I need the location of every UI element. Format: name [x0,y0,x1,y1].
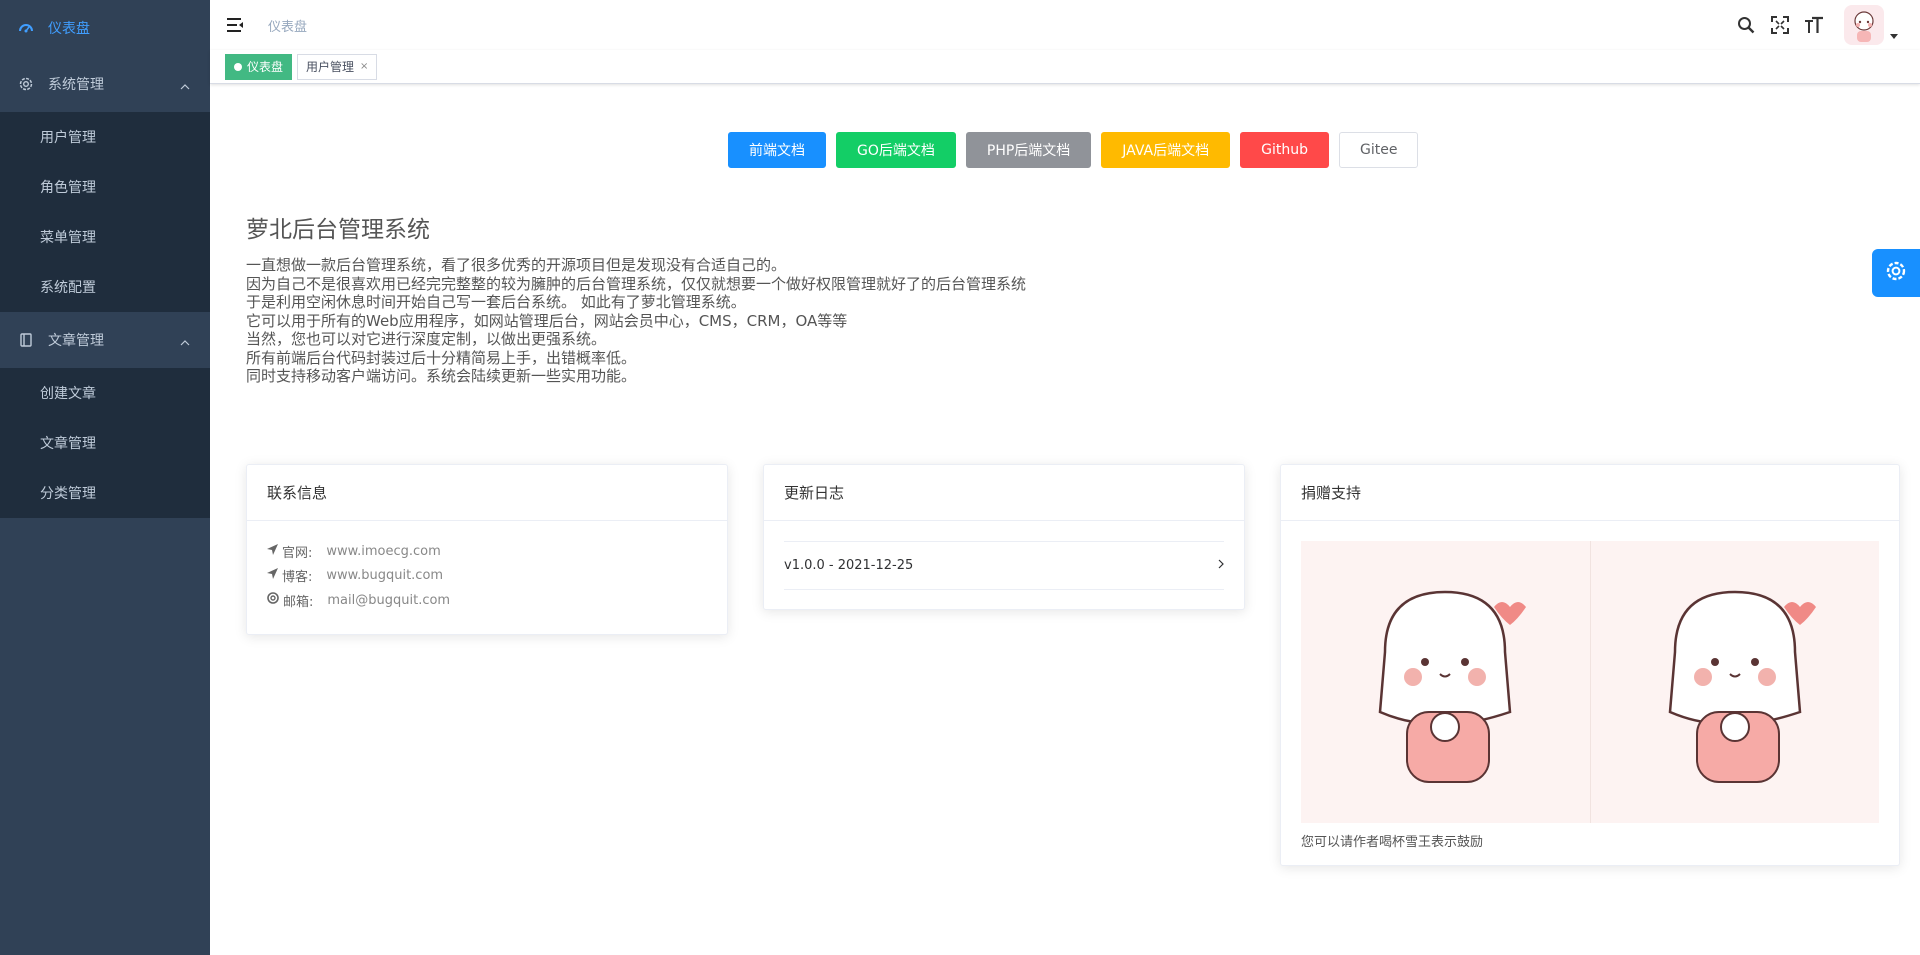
go-docs-button[interactable]: GO后端文档 [836,132,956,168]
changelog-card: 更新日志 v1.0.0 - 2021-12-25 [763,464,1245,610]
card-title: 联系信息 [247,465,727,521]
main-area: 仪表盘 仪表盘 用户管理 × 前端文档 GO后端文档 PHP后端文档 JAVA后… [210,0,1920,955]
sidebar-item-users[interactable]: 用户管理 [0,112,210,162]
navbar: 仪表盘 [210,0,1920,50]
contact-value[interactable]: mail@bugquit.com [327,593,450,608]
contact-row: 邮箱: mail@bugquit.com [267,588,707,613]
contact-card: 联系信息 官网: www.imoecg.com 博客: www.bugquit.… [246,464,728,635]
settings-button[interactable] [1872,249,1920,297]
chevron-up-icon [180,78,190,94]
donate-qr-image [1301,541,1590,823]
sidebar-item-label: 仪表盘 [48,21,90,37]
page-title: 萝北后台管理系统 [246,217,430,243]
sidebar-item-menus[interactable]: 菜单管理 [0,212,210,262]
tag-label: 用户管理 [306,60,355,74]
fullscreen-icon[interactable] [1770,15,1790,35]
sidebar-submenu-articles: 创建文章 文章管理 分类管理 [0,368,210,518]
chevron-up-icon [180,334,190,350]
contact-list: 官网: www.imoecg.com 博客: www.bugquit.com 邮… [247,521,727,631]
intro-line: 当然，您也可以对它进行深度定制，以做出更强系统。 [246,330,607,348]
gitee-button[interactable]: Gitee [1339,132,1419,168]
java-docs-button[interactable]: JAVA后端文档 [1101,132,1231,168]
contact-key: 博客: [282,570,313,586]
contact-key: 官网: [282,545,313,561]
sidebar-submenu-system: 用户管理 角色管理 菜单管理 系统配置 [0,112,210,312]
gear-icon [1884,259,1908,287]
support-icon [267,592,279,608]
php-docs-button[interactable]: PHP后端文档 [965,132,1092,168]
sidebar-item-roles[interactable]: 角色管理 [0,162,210,212]
tag-label: 仪表盘 [247,60,284,74]
sidebar-group-system[interactable]: 系统管理 [0,56,210,112]
dashboard-content: 前端文档 GO后端文档 PHP后端文档 JAVA后端文档 Github Gite… [210,84,1920,955]
tag-dashboard[interactable]: 仪表盘 [225,53,293,80]
gear-icon [18,76,34,92]
hamburger-icon[interactable] [226,16,244,34]
doc-button-row: 前端文档 GO后端文档 PHP后端文档 JAVA后端文档 Github Gite… [728,132,1428,168]
tag-users[interactable]: 用户管理 × [297,53,378,80]
send-icon [267,543,278,559]
send-icon [267,568,278,583]
changelog-version: v1.0.0 - 2021-12-25 [784,558,914,573]
close-icon[interactable]: × [360,61,368,72]
donate-card: 捐赠支持 您可以请作者喝杯雪王表示鼓励 [1280,464,1900,866]
github-button[interactable]: Github [1240,132,1329,168]
tags-view: 仪表盘 用户管理 × [210,50,1920,84]
intro-line: 它可以用于所有的Web应用程序，如网站管理后台，网站会员中心，CMS，CRM，O… [246,311,848,330]
changelog-entry[interactable]: v1.0.0 - 2021-12-25 [784,541,1224,590]
card-title: 更新日志 [764,465,1244,521]
card-title: 捐赠支持 [1281,465,1899,521]
sidebar-item-config[interactable]: 系统配置 [0,262,210,312]
chevron-right-icon [1218,558,1224,573]
sidebar-item-article-manage[interactable]: 文章管理 [0,418,210,468]
sidebar-group-label: 文章管理 [48,333,104,349]
intro-line: 所有前端后台代码封装过后十分精简易上手，出错概率低。 [246,348,637,367]
sidebar-group-articles[interactable]: 文章管理 [0,312,210,368]
intro-line: 同时支持移动客户端访问。系统会陆续更新一些实用功能。 [246,367,637,385]
intro-line: 因为自己不是很喜欢用已经完完整整的较为臃肿的后台管理系统，仅仅就想要一个做好权限… [246,274,1027,293]
sidebar-group-label: 系统管理 [48,77,104,93]
search-icon[interactable] [1736,15,1756,35]
contact-key: 邮箱: [283,594,314,610]
sidebar-item-dashboard[interactable]: 仪表盘 [0,0,210,56]
right-menu [1722,0,1898,50]
donate-images [1301,541,1879,823]
intro-section: 萝北后台管理系统 一直想做一款后台管理系统，看了很多优秀的开源项目但是发现没有合… [246,210,1026,386]
font-size-icon[interactable] [1804,15,1824,35]
intro-line: 于是利用空闲休息时间开始自己写一套后台系统。 如此有了萝北管理系统。 [246,293,746,311]
contact-value[interactable]: www.bugquit.com [326,568,443,583]
donate-note: 您可以请作者喝杯雪王表示鼓励 [1301,835,1484,850]
sidebar-item-categories[interactable]: 分类管理 [0,468,210,518]
caret-down-icon[interactable] [1890,24,1898,43]
contact-row: 博客: www.bugquit.com [267,564,707,589]
dashboard-icon [18,20,34,36]
breadcrumb[interactable]: 仪表盘 [268,16,307,35]
book-icon [18,332,34,348]
contact-row: 官网: www.imoecg.com [267,539,707,564]
sidebar-item-create-article[interactable]: 创建文章 [0,368,210,418]
sidebar: 仪表盘 系统管理 用户管理 角色管理 菜单管理 系统配置 文章管理 创建文章 文… [0,0,210,955]
active-dot [234,62,242,71]
intro-line: 一直想做一款后台管理系统，看了很多优秀的开源项目但是发现没有合适自己的。 [246,256,787,274]
frontend-docs-button[interactable]: 前端文档 [728,132,826,168]
avatar[interactable] [1844,5,1884,45]
donate-qr-image [1589,541,1880,823]
contact-value[interactable]: www.imoecg.com [326,544,440,559]
